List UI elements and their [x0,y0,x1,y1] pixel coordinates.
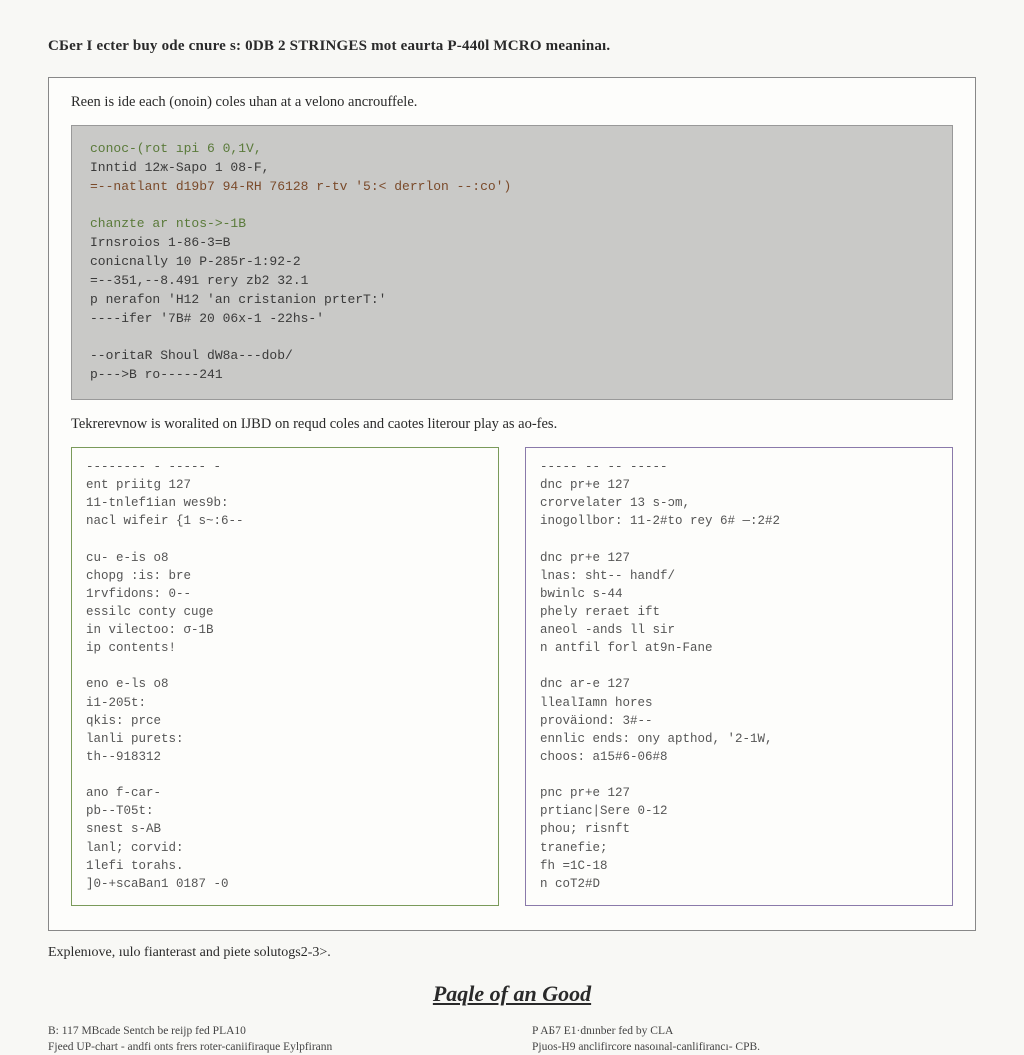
main-frame: Reen is ide each (onoin) coles uhan at a… [48,77,976,931]
footnote-left-line1: B: 117 MBcade Sentch be reijp fed PLA10 [48,1023,492,1039]
footnote-right: P AБ7 E1·dnınber fed by CLA Pjuos-H9 anc… [532,1023,976,1055]
footnote-right-line2: Pjuos-H9 anclifircore nasoınal-canlifira… [532,1039,976,1055]
page-headline: CБer I ecter buy ode cnure s: 0DB 2 STRI… [48,38,976,55]
explanation-line: Explenıove, ıulo fianterast and piete so… [48,945,976,961]
footnote-left-line2: Fjeed UP-chart - andfi onts frers roter-… [48,1039,492,1055]
right-code-box: ----- -- -- ----- dnc pr+e 127 crorvelat… [525,447,953,906]
footnote-left: B: 117 MBcade Sentch be reijp fed PLA10 … [48,1023,492,1055]
main-code-block: conoc-(rot ıpi 6 0,1V, Inntid 12ж-Sapo 1… [71,125,953,400]
footnotes-row: B: 117 MBcade Sentch be reijp fed PLA10 … [48,1023,976,1055]
two-column-container: -------- - ----- - ent priitg 127 11-tnl… [71,447,953,906]
intro-text: Reen is ide each (onoin) coles uhan at a… [71,94,953,111]
footer-heading: Paqle of an Good [48,981,976,1007]
mid-description: Tekrerevnow is woralited on IJBD on requ… [71,416,953,433]
footnote-right-line1: P AБ7 E1·dnınber fed by CLA [532,1023,976,1039]
left-code-box: -------- - ----- - ent priitg 127 11-tnl… [71,447,499,906]
